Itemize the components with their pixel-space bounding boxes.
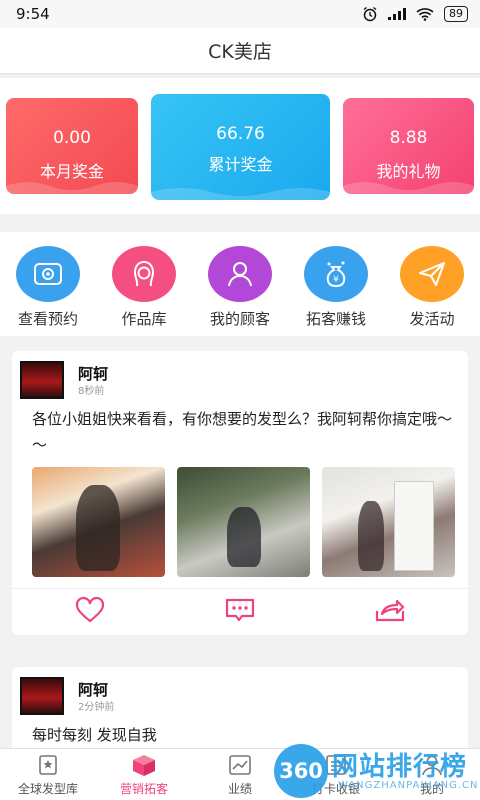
app-header: CK美店 (0, 28, 480, 74)
post-photo[interactable] (32, 467, 165, 577)
signal-icon (388, 8, 406, 20)
status-time: 9:54 (16, 5, 50, 23)
post-photo[interactable] (177, 467, 310, 577)
monthly-bonus-card[interactable]: 0.00 本月奖金 (6, 98, 138, 194)
post-photo[interactable] (322, 467, 455, 577)
menu-label: 我的顾客 (209, 310, 270, 328)
total-bonus-label: 累计奖金 (208, 155, 273, 174)
chart-icon (227, 753, 253, 777)
comment-button[interactable] (224, 597, 256, 623)
post-time: 8秒前 (78, 386, 105, 397)
quick-menu: 查看预约 作品库 我的顾客 ¥ 拓客赚钱 发活动 (0, 232, 480, 336)
svg-text:¥: ¥ (333, 275, 339, 285)
status-icons: 89 (362, 6, 468, 22)
gift-box-icon (131, 753, 157, 777)
appointment-icon (16, 246, 80, 302)
watermark-logo: 360 (274, 744, 328, 798)
tab-global-hairstyles[interactable]: 全球发型库 (0, 753, 96, 797)
customers-icon (208, 246, 272, 302)
menu-label: 发活动 (409, 310, 455, 328)
money-bag-icon: ¥ (304, 246, 368, 302)
post-author[interactable]: 阿轲 (78, 363, 108, 384)
wave-decoration (343, 182, 474, 194)
like-button[interactable] (74, 597, 106, 623)
page-title: CK美店 (208, 41, 272, 63)
feed-post: 阿轲 8秒前 各位小姐姐快来看看，有你想要的发型么？我阿轲帮你搞定哦～～ (12, 351, 468, 635)
menu-label: 作品库 (121, 310, 167, 328)
wifi-icon (416, 8, 434, 21)
post-time: 2分钟前 (78, 702, 115, 713)
tab-label: 营销拓客 (119, 782, 168, 796)
menu-label: 查看预约 (17, 310, 78, 328)
my-gifts-value: 8.88 (389, 128, 428, 148)
status-bar: 9:54 89 (0, 0, 480, 28)
avatar[interactable] (20, 361, 64, 399)
menu-post-event[interactable]: 发活动 (384, 246, 480, 329)
total-bonus-card[interactable]: 66.76 累计奖金 (151, 94, 330, 200)
comment-icon (225, 598, 255, 622)
star-book-icon (35, 753, 61, 777)
tab-marketing[interactable]: 营销拓客 (96, 753, 192, 797)
share-button[interactable] (374, 597, 406, 623)
watermark-text: 网站排行榜 (332, 752, 468, 782)
watermark: 360 网站排行榜 WANGZHANPAIHANG.CN (268, 742, 480, 800)
alarm-icon (363, 6, 377, 22)
menu-label: 拓客赚钱 (305, 310, 366, 328)
tab-label: 全球发型库 (17, 782, 78, 796)
menu-earn-money[interactable]: ¥ 拓客赚钱 (288, 246, 384, 329)
post-text: 各位小姐姐快来看看，有你想要的发型么？我阿轲帮你搞定哦～～ (32, 410, 453, 454)
paper-plane-icon (400, 246, 464, 302)
watermark-url: WANGZHANPAIHANG.CN (338, 780, 479, 791)
my-gifts-card[interactable]: 8.88 我的礼物 (343, 98, 474, 194)
monthly-bonus-value: 0.00 (53, 128, 91, 148)
wave-decoration (151, 188, 330, 200)
menu-view-appointments[interactable]: 查看预约 (0, 246, 96, 329)
share-icon (375, 599, 405, 622)
total-bonus-value: 66.76 (216, 124, 265, 144)
stats-section: 0.00 本月奖金 66.76 累计奖金 8.88 我的礼物 (0, 78, 480, 214)
menu-works-library[interactable]: 作品库 (96, 246, 192, 329)
heart-icon (75, 597, 105, 623)
menu-my-customers[interactable]: 我的顾客 (192, 246, 288, 329)
wave-decoration (6, 182, 138, 194)
hairstyle-icon (112, 246, 176, 302)
avatar[interactable] (20, 677, 64, 715)
post-author[interactable]: 阿轲 (78, 679, 108, 700)
divider (12, 588, 468, 589)
battery-icon: 89 (444, 6, 468, 22)
